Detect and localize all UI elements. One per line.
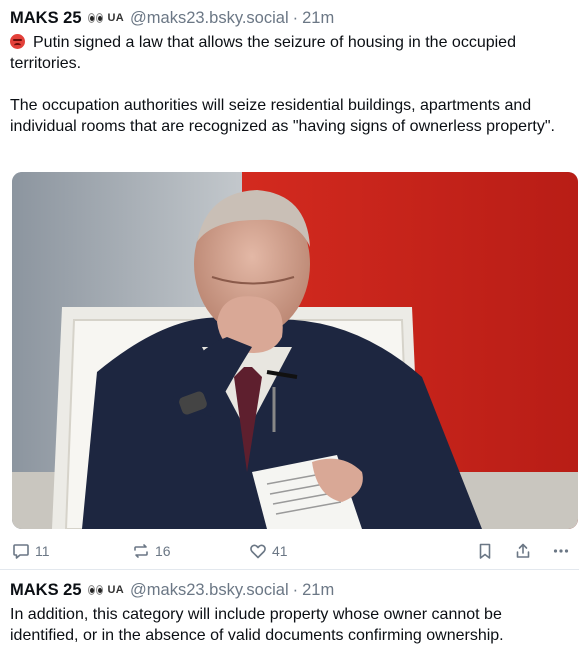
- author-handle[interactable]: @maks23.bsky.social: [130, 581, 289, 600]
- bookmark-icon: [479, 543, 491, 559]
- post-header: MAKS 25 UA @maks23.bsky.social · 21m: [10, 0, 579, 30]
- share-icon: [516, 543, 530, 558]
- flag-badge: UA: [107, 584, 125, 596]
- like-count: 41: [272, 543, 288, 559]
- share-button[interactable]: [514, 540, 532, 562]
- like-button[interactable]: 41: [249, 540, 288, 562]
- reply-button[interactable]: 11: [12, 540, 50, 562]
- author-handle[interactable]: @maks23.bsky.social: [130, 9, 289, 28]
- eyes-icon: [87, 585, 103, 595]
- author-name[interactable]: MAKS 25: [10, 9, 82, 28]
- more-button[interactable]: [552, 540, 570, 562]
- post-1[interactable]: MAKS 25 UA @maks23.bsky.social · 21m Put…: [0, 0, 579, 570]
- angry-face-icon: [10, 34, 25, 49]
- separator-dot: ·: [292, 580, 299, 599]
- post-time[interactable]: 21m: [302, 9, 334, 28]
- eyes-icon: [87, 13, 103, 23]
- post-text: Putin signed a law that allows the seizu…: [10, 32, 579, 137]
- post-paragraph: In addition, this category will include …: [10, 606, 504, 644]
- post-paragraph: Putin signed a law that allows the seizu…: [10, 34, 516, 72]
- post-actions: 11 16 41: [12, 540, 572, 564]
- post-header: MAKS 25 UA @maks23.bsky.social · 21m: [10, 576, 579, 604]
- post-time[interactable]: 21m: [302, 581, 334, 600]
- repost-button[interactable]: 16: [132, 540, 171, 562]
- like-icon: [250, 544, 266, 559]
- repost-count: 16: [155, 543, 171, 559]
- repost-icon: [134, 544, 148, 558]
- more-icon: [553, 549, 569, 553]
- post-2[interactable]: MAKS 25 UA @maks23.bsky.social · 21m In …: [0, 570, 579, 646]
- post-text: In addition, this category will include …: [10, 604, 579, 646]
- author-name[interactable]: MAKS 25: [10, 581, 82, 600]
- flag-badge: UA: [107, 12, 125, 24]
- reply-icon: [13, 544, 29, 559]
- post-image[interactable]: [12, 172, 578, 529]
- post-paragraph: The occupation authorities will seize re…: [10, 97, 555, 135]
- separator-dot: ·: [292, 8, 299, 27]
- reply-count: 11: [35, 543, 50, 559]
- bookmark-button[interactable]: [476, 540, 494, 562]
